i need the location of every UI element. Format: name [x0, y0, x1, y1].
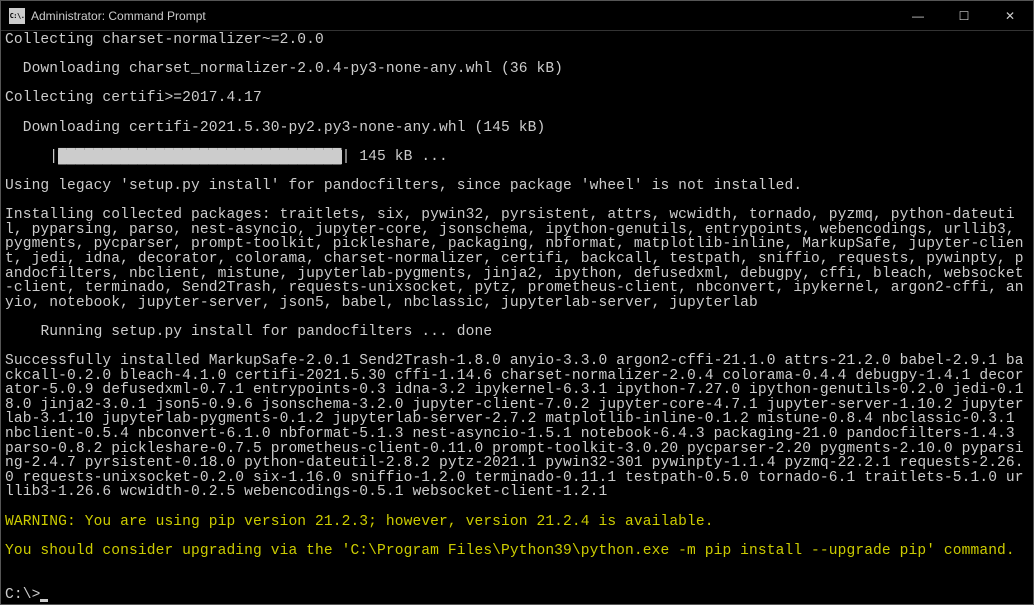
- terminal-line: You should consider upgrading via the 'C…: [5, 544, 1029, 559]
- titlebar-left: C:\. Administrator: Command Prompt: [1, 8, 206, 24]
- terminal-line: Using legacy 'setup.py install' for pand…: [5, 179, 1029, 194]
- terminal-line: Installing collected packages: traitlets…: [5, 208, 1029, 310]
- window-title: Administrator: Command Prompt: [31, 9, 206, 23]
- maximize-button[interactable]: ☐: [941, 1, 987, 30]
- terminal-line: Successfully installed MarkupSafe-2.0.1 …: [5, 354, 1029, 500]
- terminal-line: Downloading charset_normalizer-2.0.4-py3…: [5, 62, 1029, 77]
- cursor: [40, 599, 48, 602]
- minimize-button[interactable]: —: [895, 1, 941, 30]
- progress-bar: ████████████████████████████████: [58, 150, 341, 165]
- window-titlebar: C:\. Administrator: Command Prompt — ☐ ✕: [1, 1, 1033, 31]
- terminal-line: |████████████████████████████████| 145 k…: [5, 150, 1029, 165]
- terminal-line: Collecting certifi>=2017.4.17: [5, 91, 1029, 106]
- cmd-icon: C:\.: [9, 8, 25, 24]
- terminal-line: Downloading certifi-2021.5.30-py2.py3-no…: [5, 121, 1029, 136]
- titlebar-controls: — ☐ ✕: [895, 1, 1033, 30]
- command-prompt: C:\>: [5, 588, 1029, 603]
- terminal-line: Running setup.py install for pandocfilte…: [5, 325, 1029, 340]
- terminal-output[interactable]: Collecting charset-normalizer~=2.0.0 Dow…: [1, 31, 1033, 604]
- terminal-line: Collecting charset-normalizer~=2.0.0: [5, 33, 1029, 48]
- terminal-line: WARNING: You are using pip version 21.2.…: [5, 515, 1029, 530]
- close-button[interactable]: ✕: [987, 1, 1033, 30]
